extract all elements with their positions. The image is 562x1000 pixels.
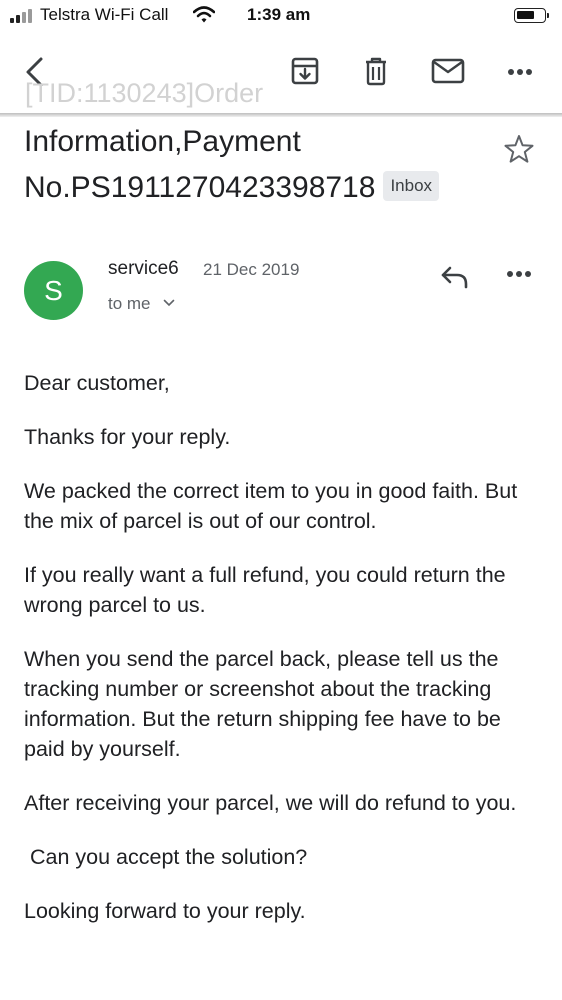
reply-icon[interactable] <box>440 264 470 290</box>
email-body: Dear customer, Thanks for your reply. We… <box>24 368 544 950</box>
delete-icon[interactable] <box>360 54 392 88</box>
more-icon[interactable] <box>505 62 535 82</box>
subject-line-2: No.PS1911270423398718 Inbox <box>24 165 494 211</box>
body-paragraph: When you send the parcel back, please te… <box>24 647 501 761</box>
body-paragraph: We packed the correct item to you in goo… <box>24 479 518 533</box>
chevron-down-icon[interactable] <box>163 299 175 307</box>
toolbar-divider <box>0 113 562 117</box>
archive-icon[interactable] <box>288 54 322 88</box>
scrolled-subject-fragment: [TID:1130243]Order <box>25 78 264 108</box>
body-paragraph: After receiving your parcel, we will do … <box>24 791 517 815</box>
battery-icon <box>514 8 549 23</box>
body-paragraph: Thanks for your reply. <box>24 425 231 449</box>
subject-text: No.PS1911270423398718 <box>24 171 376 204</box>
subject-line-1: Information,Payment <box>24 125 301 158</box>
email-subject: Information,Payment No.PS191127042339871… <box>24 119 494 211</box>
email-date: 21 Dec 2019 <box>203 260 300 279</box>
star-icon[interactable] <box>503 134 535 164</box>
body-paragraph: Can you accept the solution? <box>24 845 308 869</box>
body-paragraph: Looking forward to your reply. <box>24 899 306 923</box>
body-paragraph: If you really want a full refund, you co… <box>24 563 506 617</box>
body-paragraph: Dear customer, <box>24 371 170 395</box>
clock: 1:39 am <box>247 5 311 24</box>
sender-avatar[interactable]: S <box>24 261 83 320</box>
status-bar: Telstra Wi-Fi Call 1:39 am <box>0 0 562 32</box>
sender-name[interactable]: service6 <box>108 258 179 280</box>
carrier-name: Telstra Wi-Fi Call <box>40 5 169 24</box>
message-more-icon[interactable] <box>506 270 532 278</box>
inbox-label-badge[interactable]: Inbox <box>383 171 440 202</box>
wifi-icon <box>193 6 215 23</box>
mark-unread-icon[interactable] <box>430 56 466 86</box>
recipient-summary[interactable]: to me <box>108 294 151 314</box>
